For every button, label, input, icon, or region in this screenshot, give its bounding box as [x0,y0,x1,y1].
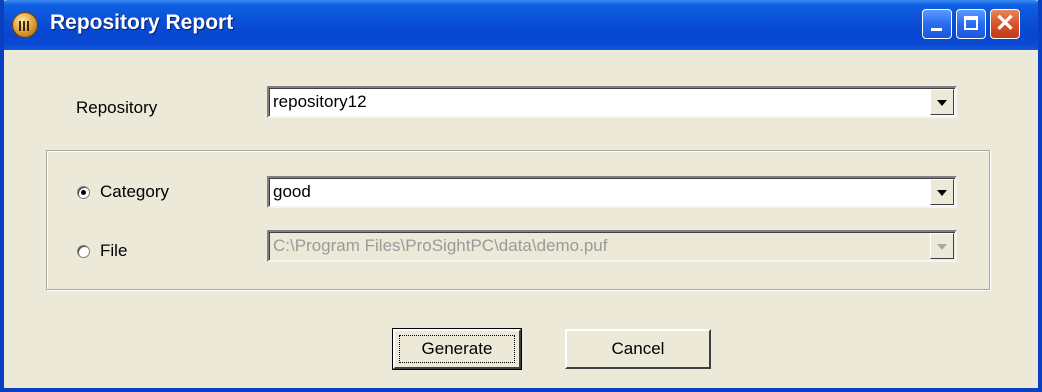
generate-button[interactable]: Generate [392,328,522,370]
repository-label: Repository [76,98,158,117]
minimize-button[interactable] [922,9,952,39]
cancel-button[interactable]: Cancel [565,329,711,369]
window-title: Repository Report [50,11,234,34]
close-icon: ✕ [994,10,1016,37]
file-dropdown: C:\Program Files\ProSightPC\data\demo.pu… [267,230,957,262]
category-dropdown[interactable]: good [267,176,957,208]
file-radio-option[interactable]: File [77,241,127,261]
maximize-button[interactable] [956,9,986,39]
file-radio-label[interactable]: File [100,241,127,261]
file-path-value: C:\Program Files\ProSightPC\data\demo.pu… [273,236,608,255]
close-button[interactable]: ✕ [990,9,1020,39]
chevron-down-icon[interactable] [930,179,954,205]
chevron-down-icon [930,233,954,259]
file-radio-button[interactable] [77,244,90,258]
repository-report-dialog: Repository Report ✕ Repository repositor… [0,0,1042,392]
repository-value: repository12 [273,92,367,111]
category-value: good [273,182,311,201]
category-radio-button[interactable] [77,185,90,199]
category-radio-label[interactable]: Category [100,182,169,202]
category-radio-option[interactable]: Category [77,182,169,202]
title-bar[interactable]: Repository Report ✕ [4,0,1038,50]
chevron-down-icon[interactable] [930,89,954,115]
source-group-box [46,150,990,290]
repository-dropdown[interactable]: repository12 [267,86,957,118]
app-chart-icon [12,12,38,38]
